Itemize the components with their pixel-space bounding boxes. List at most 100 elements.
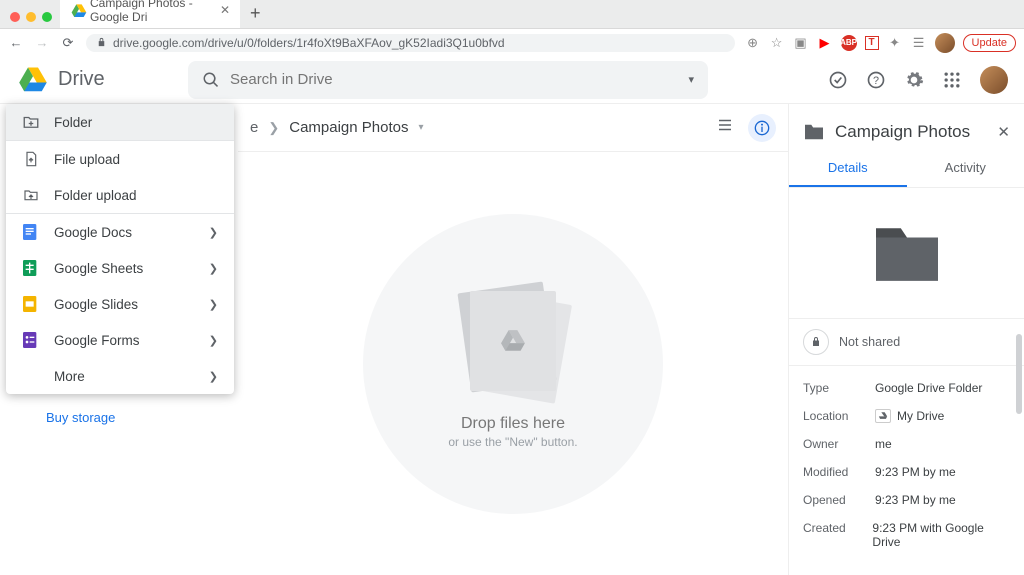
close-panel-icon[interactable]: ✕ — [997, 123, 1010, 141]
new-tab-button[interactable]: + — [240, 3, 271, 28]
dropzone-subtext: or use the "New" button. — [448, 435, 577, 449]
chevron-right-icon: ❯ — [268, 120, 279, 136]
reading-list-icon[interactable]: ☰ — [911, 35, 927, 51]
reload-button[interactable]: ⟳ — [60, 35, 76, 51]
meta-type: TypeGoogle Drive Folder — [803, 374, 1010, 402]
add-page-icon[interactable]: ⊕ — [745, 35, 761, 51]
folder-upload-item[interactable]: Folder upload — [6, 177, 234, 213]
submenu-arrow-icon: ❯ — [209, 226, 218, 239]
meta-created: Created9:23 PM with Google Drive — [803, 514, 1010, 556]
new-context-menu: Folder File upload Folder upload Google … — [6, 104, 234, 394]
drive-logo[interactable]: Drive — [16, 65, 176, 95]
dropzone-heading: Drop files here — [461, 415, 565, 433]
tab-title: Campaign Photos - Google Dri — [90, 0, 214, 24]
browser-tab[interactable]: Campaign Photos - Google Dri ✕ — [60, 0, 240, 28]
drive-logo-icon — [16, 65, 50, 95]
minimize-window[interactable] — [26, 12, 36, 22]
breadcrumb-root[interactable]: e — [250, 119, 258, 136]
menu-label: More — [54, 369, 85, 384]
address-bar[interactable]: drive.google.com/drive/u/0/folders/1r4fo… — [86, 34, 735, 52]
details-panel: Campaign Photos ✕ Details Activity Not s… — [788, 104, 1024, 575]
meta-modified: Modified9:23 PM by me — [803, 458, 1010, 486]
menu-label: File upload — [54, 152, 120, 167]
slides-icon — [22, 295, 40, 313]
menu-label: Google Docs — [54, 225, 132, 240]
search-bar[interactable]: ▾ — [188, 61, 708, 99]
breadcrumb-current[interactable]: Campaign Photos — [289, 119, 408, 136]
maximize-window[interactable] — [42, 12, 52, 22]
forms-icon — [22, 331, 40, 349]
menu-label: Folder — [54, 115, 92, 130]
settings-gear-icon[interactable] — [904, 70, 924, 90]
submenu-arrow-icon: ❯ — [209, 262, 218, 275]
drive-header: Drive ▾ ? — [0, 56, 1024, 104]
new-folder-icon — [22, 113, 40, 131]
main-area: e ❯ Campaign Photos ▾ Drop files here or… — [238, 104, 788, 575]
tab-details[interactable]: Details — [789, 150, 907, 187]
sharing-row[interactable]: Not shared — [789, 318, 1024, 366]
sidebar-area: Folder File upload Folder upload Google … — [0, 104, 238, 575]
google-docs-item[interactable]: Google Docs ❯ — [6, 214, 234, 250]
new-folder-item[interactable]: Folder — [6, 104, 234, 140]
file-pile-illustration — [458, 279, 568, 399]
info-button[interactable] — [748, 114, 776, 142]
bookmark-star-icon[interactable]: ☆ — [769, 35, 785, 51]
drop-zone[interactable]: Drop files here or use the "New" button. — [238, 152, 788, 575]
google-slides-item[interactable]: Google Slides ❯ — [6, 286, 234, 322]
url-text: drive.google.com/drive/u/0/folders/1r4fo… — [113, 36, 505, 50]
extensions-menu-icon[interactable]: ✦ — [887, 35, 903, 51]
support-icon[interactable]: ? — [866, 70, 886, 90]
sharing-status: Not shared — [839, 335, 900, 349]
extension-1-icon[interactable]: ▣ — [793, 35, 809, 51]
breadcrumb-bar: e ❯ Campaign Photos ▾ — [238, 104, 788, 152]
extension-icons: ⊕ ☆ ▣ ▶ ABP T ✦ ☰ Update — [745, 33, 1016, 53]
menu-label: Google Slides — [54, 297, 138, 312]
tab-activity[interactable]: Activity — [907, 150, 1024, 187]
account-avatar[interactable] — [980, 66, 1008, 94]
meta-owner: Ownerme — [803, 430, 1010, 458]
scrollbar-thumb[interactable] — [1016, 334, 1022, 414]
drive-favicon — [70, 3, 84, 17]
submenu-arrow-icon: ❯ — [209, 334, 218, 347]
submenu-arrow-icon: ❯ — [209, 370, 218, 383]
file-upload-item[interactable]: File upload — [6, 141, 234, 177]
window-controls — [6, 12, 60, 28]
ready-offline-icon[interactable] — [828, 70, 848, 90]
apps-grid-icon[interactable] — [942, 70, 962, 90]
forward-button[interactable]: → — [34, 35, 50, 51]
meta-location[interactable]: LocationMy Drive — [803, 402, 1010, 430]
sheets-icon — [22, 259, 40, 277]
profile-avatar-browser[interactable] — [935, 33, 955, 53]
file-upload-icon — [22, 150, 40, 168]
breadcrumb-dropdown-icon[interactable]: ▾ — [419, 122, 424, 133]
close-window[interactable] — [10, 12, 20, 22]
google-forms-item[interactable]: Google Forms ❯ — [6, 322, 234, 358]
submenu-arrow-icon: ❯ — [209, 298, 218, 311]
svg-text:?: ? — [873, 75, 879, 87]
close-tab-icon[interactable]: ✕ — [220, 3, 230, 17]
browser-chrome: Campaign Photos - Google Dri ✕ + ← → ⟳ d… — [0, 0, 1024, 56]
lock-icon — [803, 329, 829, 355]
list-view-button[interactable] — [714, 114, 736, 136]
menu-label: Folder upload — [54, 188, 137, 203]
extension-abp-icon[interactable]: ABP — [841, 35, 857, 51]
folder-upload-icon — [22, 186, 40, 204]
search-input[interactable] — [230, 71, 688, 88]
buy-storage-link[interactable]: Buy storage — [46, 410, 206, 425]
menu-label: Google Forms — [54, 333, 140, 348]
docs-icon — [22, 223, 40, 241]
back-button[interactable]: ← — [8, 35, 24, 51]
google-sheets-item[interactable]: Google Sheets ❯ — [6, 250, 234, 286]
drive-product-name: Drive — [58, 68, 105, 91]
lock-icon — [96, 37, 107, 48]
search-icon — [202, 71, 220, 89]
extension-youtube-icon[interactable]: ▶ — [817, 35, 833, 51]
search-options-icon[interactable]: ▾ — [688, 73, 694, 86]
panel-title: Campaign Photos — [835, 122, 987, 142]
folder-preview — [789, 188, 1024, 318]
extension-t-icon[interactable]: T — [865, 36, 879, 50]
more-item[interactable]: More ❯ — [6, 358, 234, 394]
menu-label: Google Sheets — [54, 261, 143, 276]
update-button[interactable]: Update — [963, 34, 1016, 52]
meta-opened: Opened9:23 PM by me — [803, 486, 1010, 514]
